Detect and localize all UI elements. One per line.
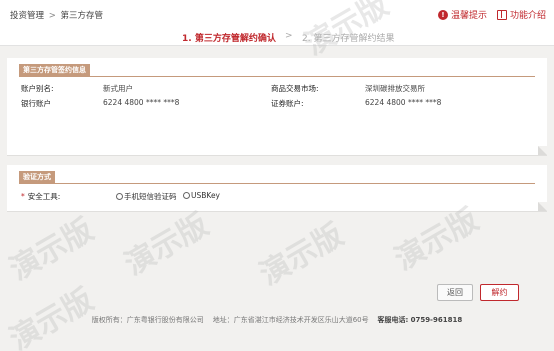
radio-usbkey[interactable]: USBKey <box>183 191 220 200</box>
watermark: 演示版 <box>4 212 100 288</box>
contract-info-title: 第三方存管签约信息 <box>19 64 90 76</box>
radio-sms-label: 手机短信验证码 <box>124 192 177 201</box>
radio-sms[interactable]: 手机短信验证码 <box>116 191 177 202</box>
unbind-button[interactable]: 解约 <box>480 284 519 301</box>
tips-label: 温馨提示 <box>450 11 487 21</box>
breadcrumb-item-third-party: 第三方存管 <box>60 11 104 21</box>
security-tool-label: * 安全工具: <box>21 191 60 202</box>
footer-hotline-label: 客服电话: <box>377 316 409 324</box>
watermark: 演示版 <box>254 217 350 293</box>
watermark: 演示版 <box>4 282 100 351</box>
securities-value: 6224 4800 **** ***8 <box>365 98 442 107</box>
info-icon: ! <box>437 9 448 20</box>
intro-link[interactable]: 功能介绍 <box>496 8 546 21</box>
book-icon <box>496 9 507 20</box>
top-links: ! 温馨提示 功能介绍 <box>437 8 546 21</box>
account-alias-label: 账户别名: <box>21 84 54 93</box>
verify-title: 验证方式 <box>19 171 55 183</box>
divider <box>0 45 554 46</box>
top-bar: 投资管理 > 第三方存管 ! 温馨提示 功能介绍 <box>0 0 554 25</box>
footer-address: 地址：广东省湛江市经济技术开发区乐山大道60号 <box>212 316 369 324</box>
breadcrumb-separator: > <box>48 11 56 21</box>
page-fold <box>538 202 547 211</box>
required-mark: * <box>21 192 25 201</box>
radio-circle[interactable] <box>183 192 190 199</box>
step-separator: > <box>285 31 293 41</box>
step-indicator: 1. 第三方存管解约确认 > 2. 第三方存管解约结果 <box>0 25 554 45</box>
radio-usbkey-label: USBKey <box>191 191 220 200</box>
panel-rule <box>19 183 535 184</box>
step-next: 2. 第三方存管解约结果 <box>302 34 395 44</box>
contract-info-panel: 第三方存管签约信息 账户别名: 新式用户 银行账户 6224 4800 ****… <box>7 58 547 156</box>
footer: 版权所有：广东粤银行股份有限公司 地址：广东省湛江市经济技术开发区乐山大道60号… <box>0 315 554 325</box>
watermark: 演示版 <box>119 207 215 283</box>
panel-rule <box>19 76 535 77</box>
radio-circle[interactable] <box>116 193 123 200</box>
verify-panel: 验证方式 * 安全工具: <box>7 165 547 212</box>
footer-copyright: 版权所有：广东粤银行股份有限公司 <box>91 316 204 324</box>
footer-hotline-value: 0759-961818 <box>410 316 463 324</box>
security-tool-text: 安全工具: <box>27 192 61 201</box>
bank-account-value: 6224 4800 **** ***8 <box>103 98 180 107</box>
market-label: 商品交易市场: <box>271 84 319 93</box>
bank-account-label: 银行账户 <box>21 99 51 108</box>
securities-label: 证券账户: <box>271 99 304 108</box>
tips-link[interactable]: ! 温馨提示 <box>437 8 487 21</box>
market-value: 深圳碳排放交易所 <box>365 84 425 93</box>
intro-label: 功能介绍 <box>509 11 546 21</box>
back-button[interactable]: 返回 <box>437 284 473 301</box>
breadcrumb-item-investment[interactable]: 投资管理 <box>10 11 44 21</box>
page-fold <box>538 146 547 155</box>
account-alias-value: 新式用户 <box>103 84 133 93</box>
step-current: 1. 第三方存管解约确认 <box>182 34 276 44</box>
breadcrumb: 投资管理 > 第三方存管 <box>10 9 105 21</box>
